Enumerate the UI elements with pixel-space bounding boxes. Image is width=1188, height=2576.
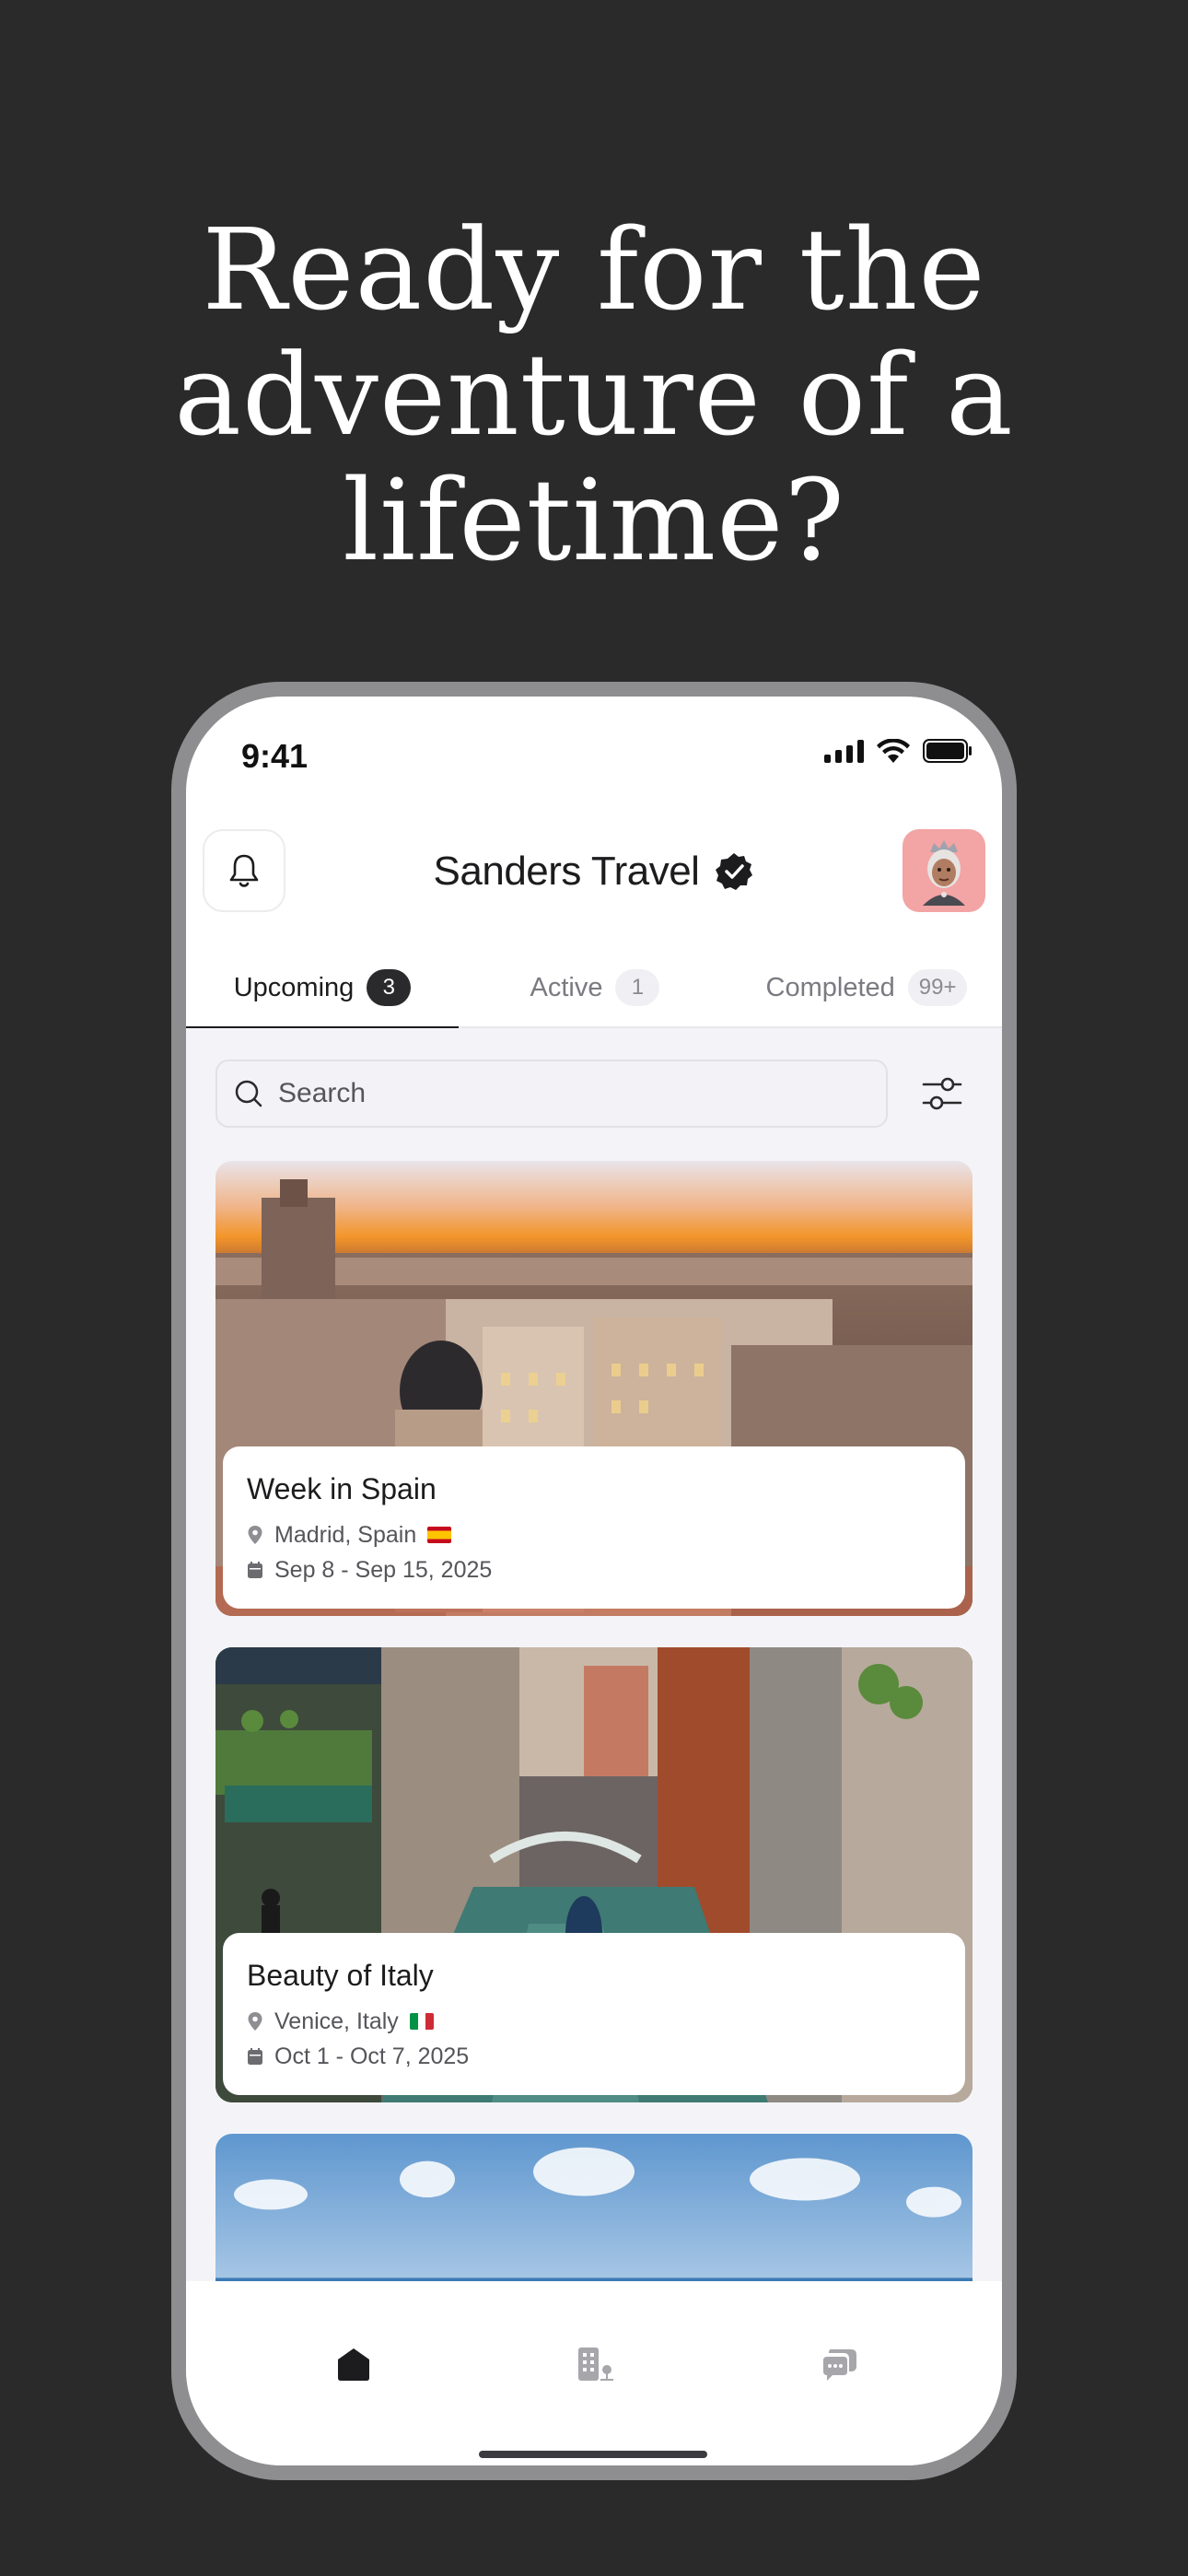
trip-card[interactable]: Week in Spain Madrid, Spain Sep 8 - Sep …	[215, 1161, 973, 1616]
app-title-wrap: Sanders Travel	[186, 825, 1002, 918]
headline-line-1: Ready for the	[202, 205, 986, 335]
search-input[interactable]	[278, 1078, 831, 1109]
search-icon	[235, 1080, 262, 1107]
nav-hotels[interactable]	[573, 2342, 617, 2386]
chat-icon	[823, 2349, 856, 2381]
location-pin-icon	[248, 1526, 262, 1544]
location-pin-icon	[248, 2012, 262, 2031]
bell-icon	[229, 854, 259, 887]
phone-screen: 9:41 Sanders Travel Upcoming 3 Active 1 …	[186, 697, 1002, 2465]
status-icons	[824, 739, 973, 763]
trip-location-row: Venice, Italy	[247, 2004, 941, 2039]
tab-count-badge: 3	[367, 969, 412, 1006]
trip-list[interactable]: Week in Spain Madrid, Spain	[186, 1028, 1002, 2281]
status-time: 9:41	[241, 737, 309, 775]
trip-location-row: Madrid, Spain	[247, 1517, 941, 1552]
search-box[interactable]	[215, 1060, 888, 1128]
ocean-island-image	[215, 2134, 973, 2281]
app-header: Sanders Travel	[186, 825, 1002, 918]
tab-completed[interactable]: Completed 99+	[731, 947, 1002, 1028]
hotel-icon	[578, 2348, 613, 2381]
app-title: Sanders Travel	[433, 849, 700, 894]
user-avatar[interactable]	[903, 829, 985, 912]
trip-info: Week in Spain Madrid, Spain Sep 8 - Sep …	[223, 1446, 965, 1609]
wifi-icon	[877, 739, 910, 763]
trip-dates-row: Sep 8 - Sep 15, 2025	[247, 1552, 941, 1587]
notifications-button[interactable]	[203, 829, 285, 912]
status-bar: 9:41	[186, 697, 1002, 798]
avatar-illustration	[923, 840, 965, 906]
trip-info: Beauty of Italy Venice, Italy Oct 1 - Oc…	[223, 1933, 965, 2095]
headline-line-3: lifetime?	[343, 455, 845, 586]
verified-badge-icon	[716, 853, 753, 890]
home-icon	[338, 2348, 369, 2381]
trip-location: Madrid, Spain	[274, 1521, 417, 1548]
headline-line-2: adventure of a	[174, 330, 1014, 461]
tab-upcoming[interactable]: Upcoming 3	[186, 947, 459, 1030]
spain-flag-icon	[427, 1527, 452, 1543]
calendar-icon	[248, 1562, 262, 1578]
trip-card[interactable]: Beauty of Italy Venice, Italy Oct 1 - Oc…	[215, 1647, 973, 2102]
italy-flag-icon	[409, 2013, 434, 2030]
tab-count-badge: 1	[615, 969, 660, 1006]
cellular-signal-icon	[824, 739, 864, 763]
trip-dates: Sep 8 - Sep 15, 2025	[274, 1556, 493, 1583]
filter-button[interactable]	[912, 1063, 973, 1124]
bottom-nav	[186, 2281, 1002, 2465]
tab-count-badge: 99+	[907, 969, 968, 1006]
filter-sliders-icon	[922, 1077, 962, 1110]
tab-label: Completed	[765, 972, 895, 1002]
trip-dates: Oct 1 - Oct 7, 2025	[274, 2043, 470, 2069]
tab-label: Active	[530, 972, 603, 1002]
trip-title: Week in Spain	[247, 1472, 437, 1505]
nav-home[interactable]	[332, 2342, 376, 2386]
phone-frame: 9:41 Sanders Travel Upcoming 3 Active 1 …	[171, 682, 1017, 2480]
trip-location: Venice, Italy	[274, 2008, 399, 2034]
home-indicator[interactable]	[479, 2451, 707, 2458]
tab-label: Upcoming	[233, 972, 355, 1002]
headline: Ready for the adventure of a lifetime?	[0, 207, 1188, 583]
calendar-icon	[248, 2048, 262, 2065]
trip-title: Beauty of Italy	[247, 1959, 434, 1992]
battery-icon	[923, 739, 973, 763]
trip-dates-row: Oct 1 - Oct 7, 2025	[247, 2039, 941, 2074]
trip-tabs: Upcoming 3 Active 1 Completed 99+	[186, 947, 1002, 1030]
tab-active[interactable]: Active 1	[459, 947, 731, 1028]
trip-card[interactable]	[215, 2134, 973, 2281]
nav-messages[interactable]	[818, 2342, 862, 2386]
